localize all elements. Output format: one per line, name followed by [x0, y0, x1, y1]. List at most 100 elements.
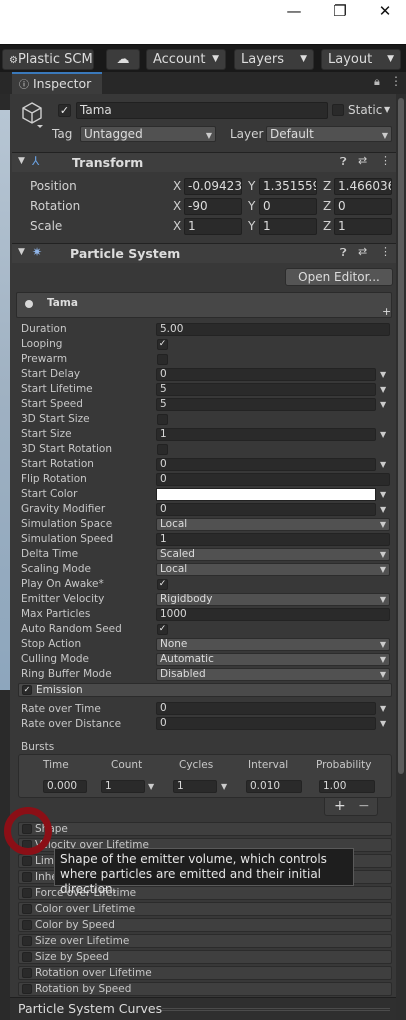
- minimize-button[interactable]: —: [271, 0, 317, 22]
- account-dropdown[interactable]: Account ▼: [146, 49, 226, 70]
- burst-cycles-input[interactable]: 1: [173, 780, 217, 793]
- help-icon[interactable]: ❓︎: [340, 155, 347, 169]
- rotation-over-lifetime-checkbox[interactable]: [22, 968, 32, 978]
- chevron-down-icon[interactable]: ▼: [221, 782, 227, 791]
- simulation-space-dropdown[interactable]: Local ▼: [156, 518, 390, 531]
- module-size-over-lifetime[interactable]: Size over Lifetime: [18, 934, 392, 948]
- plastic-scm-button[interactable]: ⚙Plastic SCM: [2, 49, 94, 70]
- start-color-swatch[interactable]: [156, 488, 376, 501]
- curves-drag-handle[interactable]: [162, 1008, 390, 1011]
- scale-x-input[interactable]: 1: [184, 218, 242, 235]
- start-rotation-input[interactable]: 0: [156, 458, 376, 471]
- chevron-down-icon[interactable]: ▼: [380, 460, 386, 469]
- burst-probability-input[interactable]: 1.00: [319, 780, 375, 793]
- layers-dropdown[interactable]: Layers ▼: [234, 49, 314, 70]
- max-particles-input[interactable]: 1000: [156, 608, 390, 621]
- close-button[interactable]: ✕: [362, 0, 406, 22]
- gravity-modifier-input[interactable]: 0: [156, 503, 376, 516]
- play-on-awake-checkbox[interactable]: ✓: [157, 579, 168, 590]
- rate-over-distance-input[interactable]: 0: [156, 717, 376, 730]
- add-module-icon[interactable]: +: [382, 305, 391, 318]
- auto-random-seed-checkbox[interactable]: ✓: [157, 624, 168, 635]
- start-lifetime-input[interactable]: 5: [156, 383, 376, 396]
- scaling-mode-dropdown[interactable]: Local ▼: [156, 563, 390, 576]
- chevron-down-icon[interactable]: ▼: [148, 782, 154, 791]
- emitter-velocity-dropdown[interactable]: Rigidbody ▼: [156, 593, 390, 606]
- rotation-z-input[interactable]: 0: [334, 198, 392, 215]
- particle-system-header[interactable]: ▼ ✷ Particle System ❓︎ ⇄ ⋮: [12, 243, 396, 263]
- foldout-arrow-icon[interactable]: ▼: [18, 156, 25, 166]
- burst-count-input[interactable]: 1: [101, 780, 145, 793]
- inherit-velocity-checkbox[interactable]: [22, 872, 32, 882]
- more-icon[interactable]: ⋮: [380, 154, 391, 167]
- cloud-button[interactable]: ☁: [106, 49, 140, 70]
- foldout-arrow-icon[interactable]: ▼: [18, 247, 25, 257]
- module-rotation-over-lifetime[interactable]: Rotation over Lifetime: [18, 966, 392, 980]
- help-icon[interactable]: ❓︎: [340, 246, 347, 260]
- particle-system-name-bar[interactable]: Tama +: [16, 292, 392, 318]
- color-by-speed-checkbox[interactable]: [22, 920, 32, 930]
- chevron-down-icon[interactable]: ▼: [380, 719, 386, 728]
- chevron-down-icon[interactable]: ▼: [380, 370, 386, 379]
- add-burst-button[interactable]: +: [334, 798, 346, 814]
- chevron-down-icon[interactable]: ▼: [380, 490, 386, 499]
- position-z-input[interactable]: 1.466036: [334, 178, 392, 195]
- open-editor-button[interactable]: Open Editor...: [285, 268, 393, 286]
- rotation-x-input[interactable]: -90: [184, 198, 242, 215]
- more-icon[interactable]: ⋮: [390, 74, 402, 88]
- rotation-y-input[interactable]: 0: [259, 198, 317, 215]
- remove-burst-button[interactable]: −: [358, 798, 370, 814]
- transform-header[interactable]: ▼ ⅄ Transform ❓︎ ⇄ ⋮: [12, 152, 396, 172]
- chevron-down-icon[interactable]: ▼: [380, 385, 386, 394]
- rate-over-time-input[interactable]: 0: [156, 702, 376, 715]
- object-name-input[interactable]: Tama: [76, 102, 328, 119]
- size-over-lifetime-checkbox[interactable]: [22, 936, 32, 946]
- 3d-start-rotation-checkbox[interactable]: [157, 444, 168, 455]
- flip-rotation-input[interactable]: 0: [156, 473, 390, 486]
- burst-interval-input[interactable]: 0.010: [246, 780, 302, 793]
- looping-checkbox[interactable]: ✓: [157, 339, 168, 350]
- start-speed-input[interactable]: 5: [156, 398, 376, 411]
- gameobject-cube-icon[interactable]: [20, 101, 44, 129]
- lock-icon[interactable]: 🔒︎: [374, 75, 380, 89]
- module-color-by-speed[interactable]: Color by Speed: [18, 918, 392, 932]
- size-by-speed-checkbox[interactable]: [22, 952, 32, 962]
- preset-icon[interactable]: ⇄: [358, 245, 367, 258]
- scrollbar-thumb[interactable]: [398, 98, 404, 774]
- prewarm-checkbox[interactable]: [157, 354, 168, 365]
- stop-action-dropdown[interactable]: None ▼: [156, 638, 390, 651]
- layer-dropdown[interactable]: Default ▼: [266, 126, 392, 142]
- tag-dropdown[interactable]: Untagged ▼: [80, 126, 216, 142]
- tab-inspector[interactable]: ⓘ Inspector: [12, 72, 102, 94]
- active-checkbox[interactable]: ✓: [58, 104, 71, 117]
- chevron-down-icon[interactable]: ▼: [380, 704, 386, 713]
- chevron-down-icon[interactable]: ▼: [380, 505, 386, 514]
- layout-dropdown[interactable]: Layout ▼: [321, 49, 401, 70]
- emission-module-header[interactable]: ✓ Emission: [18, 683, 392, 697]
- module-shape[interactable]: Shape: [18, 822, 392, 836]
- scale-y-input[interactable]: 1: [259, 218, 317, 235]
- color-over-lifetime-checkbox[interactable]: [22, 904, 32, 914]
- module-size-by-speed[interactable]: Size by Speed: [18, 950, 392, 964]
- emission-enable-checkbox[interactable]: ✓: [22, 685, 32, 695]
- chevron-down-icon[interactable]: ▼: [384, 105, 390, 114]
- position-x-input[interactable]: -0.09423: [184, 178, 242, 195]
- chevron-down-icon[interactable]: ▼: [380, 400, 386, 409]
- module-color-over-lifetime[interactable]: Color over Lifetime: [18, 902, 392, 916]
- start-delay-input[interactable]: 0: [156, 368, 376, 381]
- module-rotation-by-speed[interactable]: Rotation by Speed: [18, 982, 392, 996]
- limit-velocity-over-lifetime-checkbox[interactable]: [22, 856, 32, 866]
- scale-z-input[interactable]: 1: [334, 218, 392, 235]
- 3d-start-size-checkbox[interactable]: [157, 414, 168, 425]
- restore-button[interactable]: ❐: [317, 0, 363, 22]
- delta-time-dropdown[interactable]: Scaled ▼: [156, 548, 390, 561]
- force-over-lifetime-checkbox[interactable]: [22, 888, 32, 898]
- start-size-input[interactable]: 1: [156, 428, 376, 441]
- position-y-input[interactable]: 1.351559: [259, 178, 317, 195]
- duration-input[interactable]: 5.00: [156, 323, 390, 336]
- preset-icon[interactable]: ⇄: [358, 154, 367, 167]
- simulation-speed-input[interactable]: 1: [156, 533, 390, 546]
- static-checkbox[interactable]: [332, 104, 344, 116]
- more-icon[interactable]: ⋮: [380, 245, 391, 258]
- culling-mode-dropdown[interactable]: Automatic ▼: [156, 653, 390, 666]
